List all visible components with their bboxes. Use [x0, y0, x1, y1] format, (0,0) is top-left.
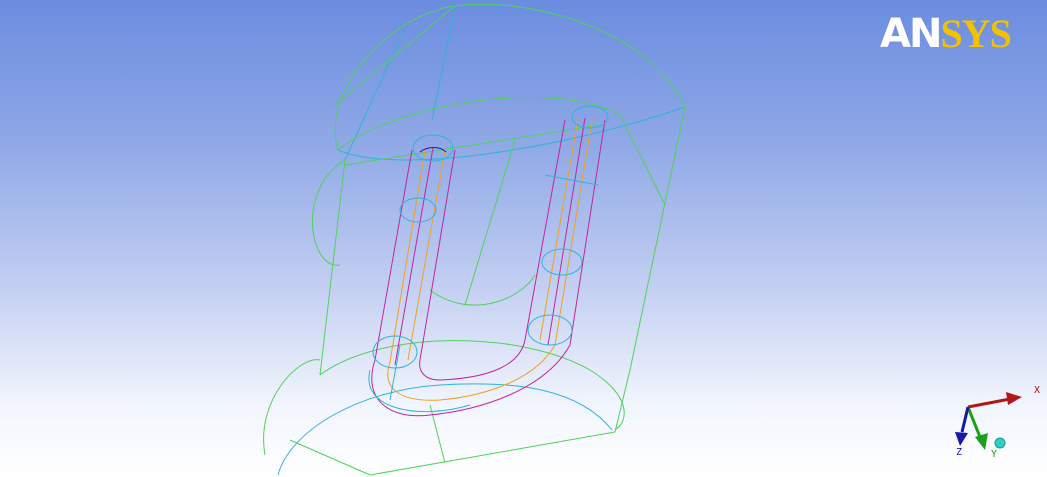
z-axis-arrowhead: [955, 432, 968, 446]
coordinate-triad: [955, 392, 1022, 450]
graphics-viewport[interactable]: [0, 0, 1047, 477]
y-axis-arrowhead: [975, 433, 988, 450]
ansys-logo: ANSYS: [880, 11, 1012, 57]
z-axis-label: Z: [956, 447, 963, 458]
x-axis-label: X: [1034, 385, 1041, 396]
y-axis-label: Y: [991, 449, 998, 460]
z-axis-arrow: [960, 406, 970, 433]
logo-text-an: AN: [880, 11, 942, 57]
y-axis-arrow: [966, 406, 982, 438]
x-axis-arrowhead: [1006, 392, 1022, 405]
outer-body-edges: [263, 3, 686, 476]
x-axis-arrow: [967, 397, 1011, 409]
triad-dot-icon: [994, 437, 1006, 449]
logo-text-sys: SYS: [940, 11, 1011, 56]
model-wireframe[interactable]: [263, 3, 686, 476]
